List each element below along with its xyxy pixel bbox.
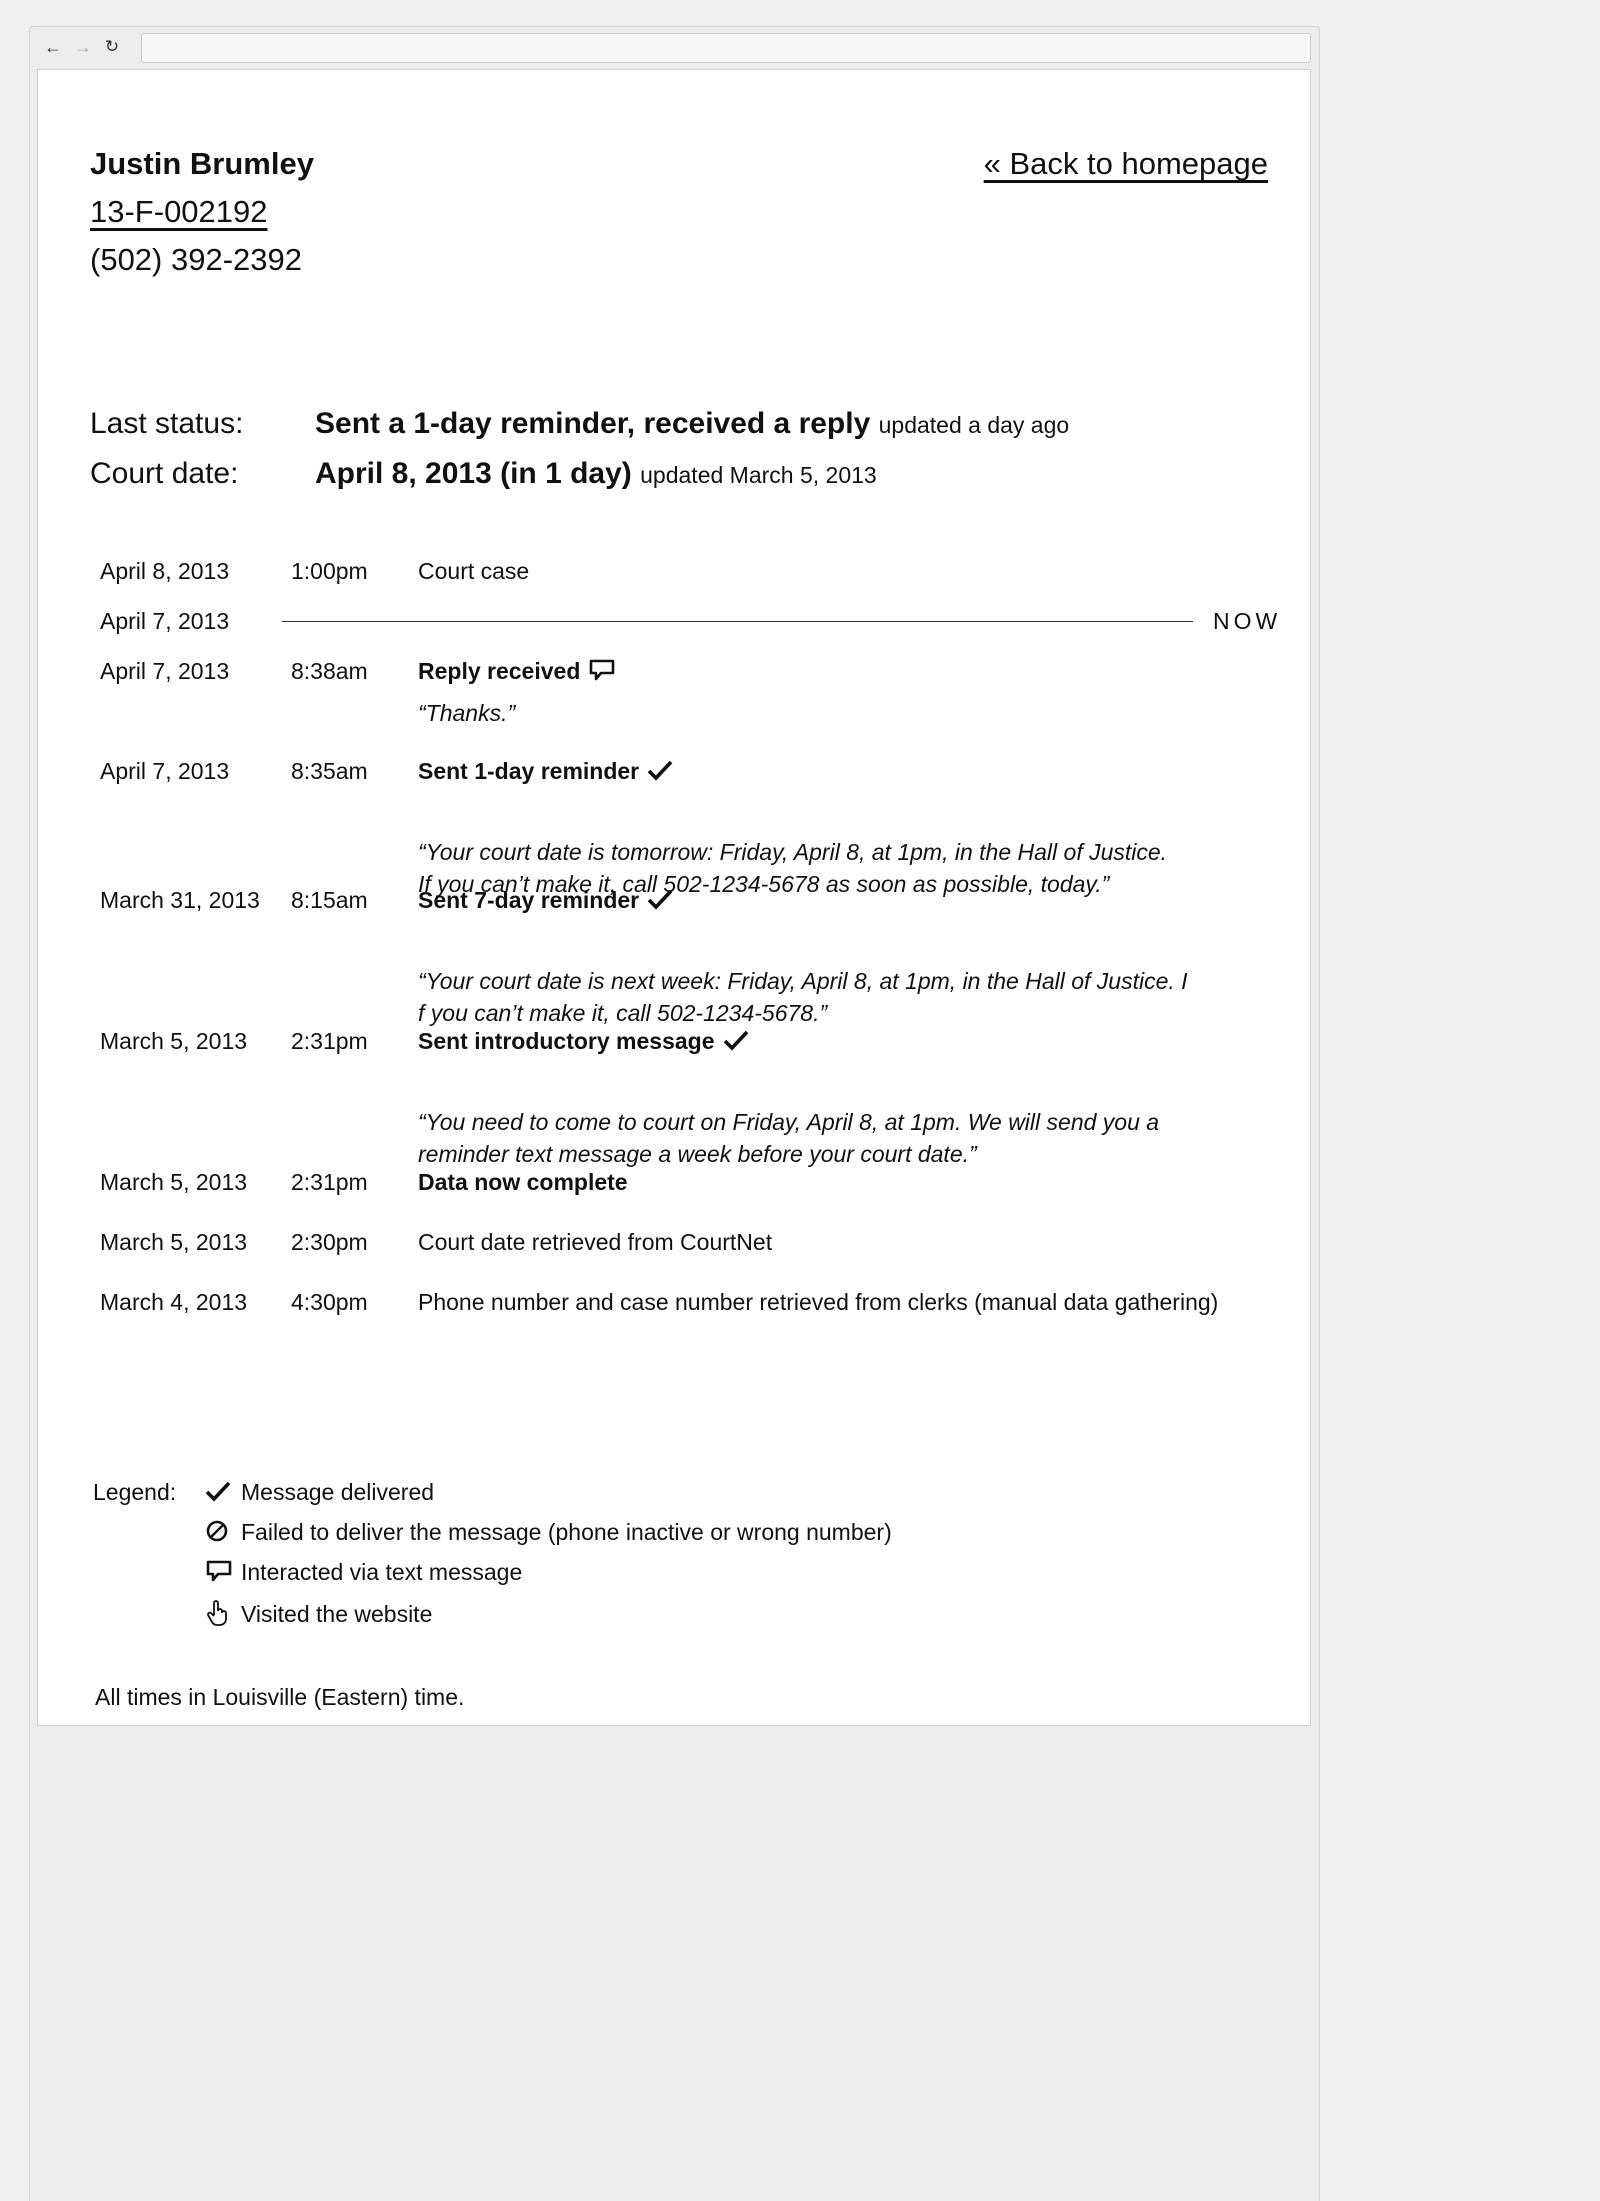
client-phone: (502) 392-2392 bbox=[90, 242, 302, 277]
timeline-date: March 5, 2013 bbox=[100, 1028, 248, 1054]
timeline-time: 8:35am bbox=[291, 758, 368, 784]
timeline-time: 4:30pm bbox=[291, 1289, 368, 1315]
legend-item-interacted: Interacted via text message bbox=[205, 1559, 522, 1589]
reload-icon[interactable]: ↻ bbox=[101, 36, 123, 58]
timeline-event-title: Court date retrieved from CourtNet bbox=[418, 1229, 773, 1255]
address-bar[interactable] bbox=[141, 33, 1311, 63]
court-date-row: Court date: April 8, 2013 (in 1 day) upda… bbox=[90, 457, 877, 491]
timeline-date: March 5, 2013 bbox=[100, 1229, 248, 1255]
last-status-updated: updated a day ago bbox=[878, 412, 1070, 438]
message-line: reminder text message a week before your… bbox=[418, 1141, 977, 1167]
case-detail-page: Justin Brumley 13-F-002192 (502) 392-239… bbox=[37, 69, 1311, 1726]
timeline-date: March 31, 2013 bbox=[100, 887, 260, 913]
legend-label: Legend: bbox=[93, 1479, 177, 1505]
timeline-time: 2:30pm bbox=[291, 1229, 368, 1255]
legend-text: Failed to deliver the message (phone ina… bbox=[241, 1519, 892, 1546]
legend-text: Interacted via text message bbox=[241, 1559, 523, 1586]
timeline-event-title: Data now complete bbox=[418, 1169, 628, 1195]
checkmark-icon bbox=[647, 759, 673, 787]
now-divider bbox=[282, 621, 1193, 622]
court-date-value: April 8, 2013 (in 1 day) bbox=[315, 457, 632, 490]
timeline-time: 2:31pm bbox=[291, 1169, 368, 1195]
checkmark-icon bbox=[647, 888, 673, 916]
case-number-link[interactable]: 13-F-002192 bbox=[90, 194, 268, 230]
back-to-homepage-link[interactable]: « Back to homepage bbox=[984, 146, 1268, 182]
prohibited-icon bbox=[205, 1519, 233, 1549]
message-line: “You need to come to court on Friday, Ap… bbox=[418, 1109, 1160, 1135]
arrow-right-icon[interactable]: → bbox=[72, 36, 94, 58]
event-title-text: Sent 1-day reminder bbox=[418, 758, 640, 784]
timezone-note: All times in Louisville (Eastern) time. bbox=[95, 1684, 465, 1710]
message-line: “Your court date is tomorrow: Friday, Ap… bbox=[418, 839, 1168, 865]
arrow-left-icon[interactable]: ← bbox=[42, 36, 64, 58]
message-line: f you can’t make it, call 502-1234-5678.… bbox=[418, 1000, 828, 1026]
legend-item-failed: Failed to deliver the message (phone ina… bbox=[205, 1519, 892, 1549]
timeline-event-title: Reply received bbox=[418, 658, 616, 688]
now-label: NOW bbox=[1213, 608, 1282, 634]
legend-item-visited: Visited the website bbox=[205, 1599, 432, 1633]
checkmark-icon bbox=[723, 1029, 749, 1057]
speech-bubble-icon bbox=[205, 1559, 233, 1589]
timeline-event-title: Sent 7-day reminder bbox=[418, 887, 673, 916]
event-title-text: Sent 7-day reminder bbox=[418, 887, 640, 913]
last-status-row: Last status: Sent a 1-day reminder, recei… bbox=[90, 407, 1069, 441]
timeline-date: March 5, 2013 bbox=[100, 1169, 248, 1195]
event-title-text: Reply received bbox=[418, 658, 581, 685]
last-status-label: Last status: bbox=[90, 407, 244, 440]
timeline-event-title: Phone number and case number retrieved f… bbox=[418, 1289, 1219, 1315]
client-name: Justin Brumley bbox=[90, 146, 314, 181]
timeline-message: “You need to come to court on Friday, Ap… bbox=[418, 1106, 1268, 1170]
timeline-time: 2:31pm bbox=[291, 1028, 368, 1054]
pointer-hand-icon bbox=[205, 1599, 233, 1633]
browser-window: ← → ↻ Justin Brumley 13-F-002192 (502) 3… bbox=[29, 26, 1320, 2201]
legend-item-delivered: Message delivered bbox=[205, 1479, 434, 1508]
event-title-text: Sent introductory message bbox=[418, 1028, 715, 1054]
now-date: April 7, 2013 bbox=[100, 608, 230, 634]
court-date-label: Court date: bbox=[90, 457, 239, 490]
browser-toolbar: ← → ↻ bbox=[30, 27, 1319, 69]
legend-text: Visited the website bbox=[241, 1601, 433, 1628]
timeline-message: “Thanks.” bbox=[418, 700, 516, 726]
court-date-updated: updated March 5, 2013 bbox=[640, 462, 877, 488]
timeline-date: April 7, 2013 bbox=[100, 658, 230, 684]
timeline-time: 8:15am bbox=[291, 887, 368, 913]
timeline-time: 1:00pm bbox=[291, 558, 368, 584]
timeline-date: March 4, 2013 bbox=[100, 1289, 248, 1315]
timeline-event-title: Court case bbox=[418, 558, 530, 584]
checkmark-icon bbox=[205, 1480, 233, 1508]
last-status-value: Sent a 1-day reminder, received a reply bbox=[315, 407, 871, 440]
timeline-time: 8:38am bbox=[291, 658, 368, 684]
timeline-event-title: Sent 1-day reminder bbox=[418, 758, 673, 787]
timeline-message: “Your court date is next week: Friday, A… bbox=[418, 965, 1268, 1029]
message-line: “Your court date is next week: Friday, A… bbox=[418, 968, 1188, 994]
timeline-date: April 7, 2013 bbox=[100, 758, 230, 784]
timeline-date: April 8, 2013 bbox=[100, 558, 230, 584]
timeline-event-title: Sent introductory message bbox=[418, 1028, 749, 1057]
speech-bubble-icon bbox=[588, 658, 616, 688]
legend-text: Message delivered bbox=[241, 1479, 435, 1505]
